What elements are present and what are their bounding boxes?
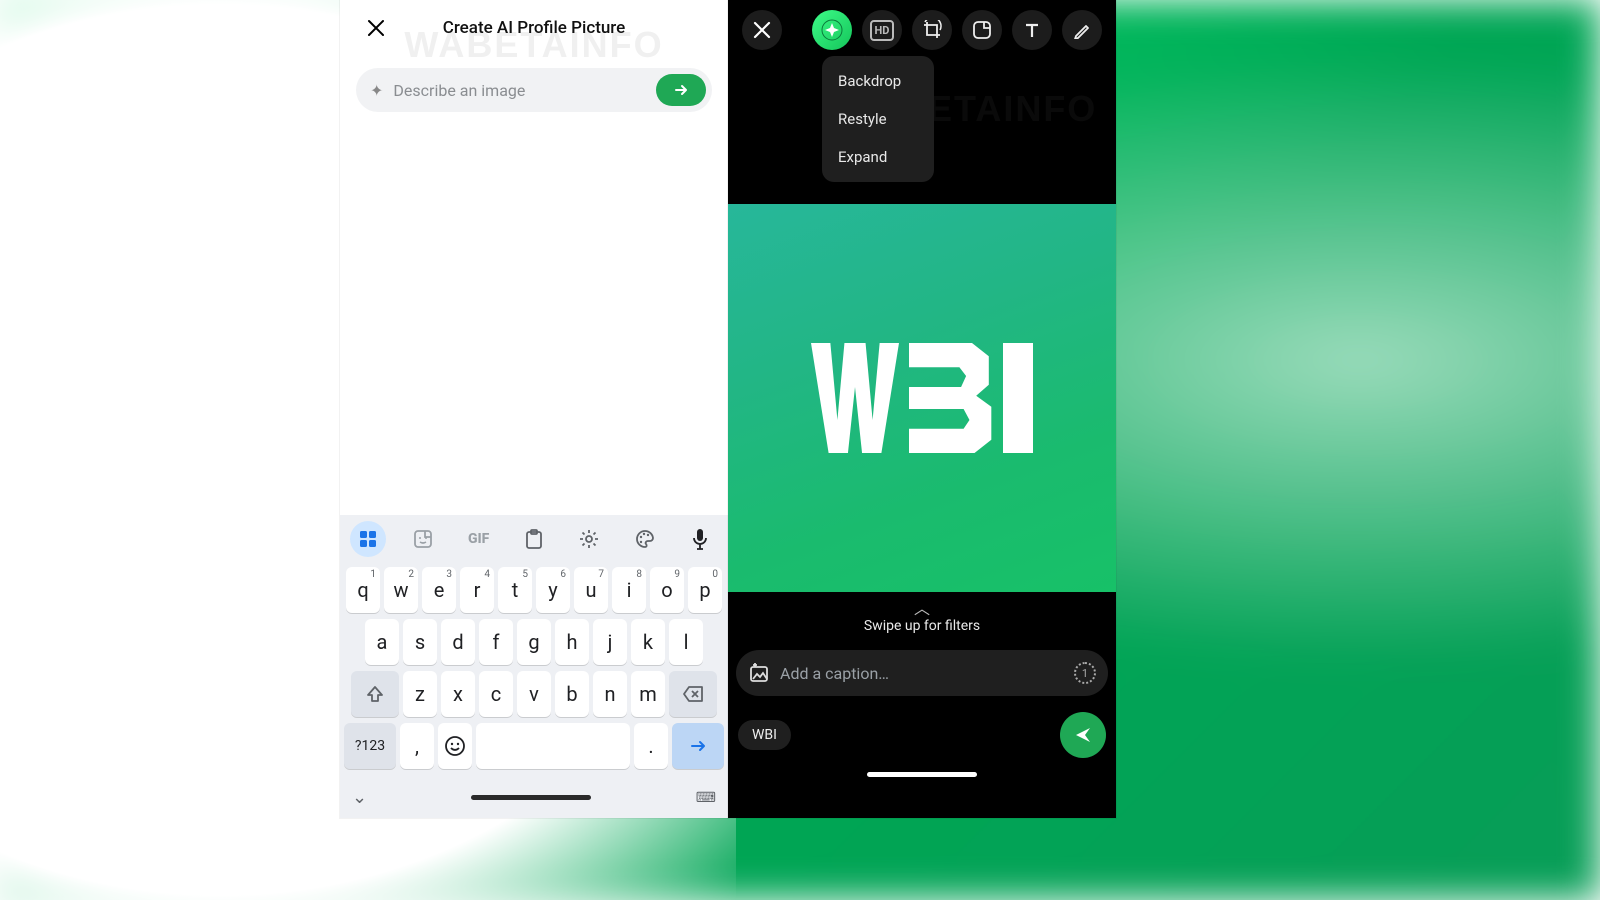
symbols-key[interactable]: ?123: [344, 723, 396, 769]
shift-icon: [365, 684, 385, 704]
key-x[interactable]: x: [441, 671, 475, 717]
emoji-key[interactable]: [438, 723, 472, 769]
pencil-icon: [1073, 21, 1091, 39]
key-r[interactable]: r4: [460, 567, 494, 613]
key-t[interactable]: t5: [498, 567, 532, 613]
editor-image[interactable]: WBI: [728, 204, 1116, 592]
swipe-text: Swipe up for filters: [728, 618, 1116, 634]
text-button[interactable]: [1012, 10, 1052, 50]
ai-menu: Backdrop Restyle Expand: [822, 56, 934, 182]
keyboard-toolbar: GIF: [340, 515, 728, 563]
close-button[interactable]: [742, 10, 782, 50]
send-button[interactable]: [1060, 712, 1106, 758]
key-w[interactable]: w2: [384, 567, 418, 613]
wbi-logo: [811, 343, 1033, 453]
sticker-icon: [972, 20, 992, 40]
key-u[interactable]: u7: [574, 567, 608, 613]
arrow-right-icon: [688, 736, 708, 756]
enter-key[interactable]: [672, 723, 724, 769]
close-icon: [753, 21, 771, 39]
ai-sparkle-icon: [821, 19, 843, 41]
swipe-hint[interactable]: ︿ Swipe up for filters: [728, 592, 1116, 640]
keyboard-apps-icon[interactable]: [350, 521, 386, 557]
key-p[interactable]: p0: [688, 567, 722, 613]
key-a[interactable]: a: [365, 619, 399, 665]
keyboard-handwriting-icon[interactable]: ⌨: [696, 790, 716, 806]
key-e[interactable]: e3: [422, 567, 456, 613]
close-icon: [366, 18, 386, 38]
key-i[interactable]: i8: [612, 567, 646, 613]
period-key[interactable]: .: [634, 723, 668, 769]
close-button[interactable]: [356, 8, 396, 48]
prompt-input[interactable]: [383, 81, 656, 100]
keyboard: GIF q1w2e3r4t5y6u7i8o9p0 asdfghjkl zxcvb…: [340, 515, 728, 818]
right-phone-panel: WABETAINFO HD Backdrop Restyle Expand: [728, 0, 1116, 818]
home-indicator-right: [867, 772, 977, 777]
left-header: Create AI Profile Picture: [340, 0, 728, 56]
page-title: Create AI Profile Picture: [340, 18, 728, 38]
key-d[interactable]: d: [441, 619, 475, 665]
key-l[interactable]: l: [669, 619, 703, 665]
gif-icon[interactable]: GIF: [461, 521, 497, 557]
key-c[interactable]: c: [479, 671, 513, 717]
sticker-icon[interactable]: [405, 521, 441, 557]
sparkle-icon: ✦: [370, 81, 383, 100]
crop-rotate-icon: [922, 20, 942, 40]
chevron-up-icon: ︿: [728, 604, 1116, 614]
keyboard-rows: q1w2e3r4t5y6u7i8o9p0 asdfghjkl zxcvbnm ?…: [340, 563, 728, 781]
key-k[interactable]: k: [631, 619, 665, 665]
draw-button[interactable]: [1062, 10, 1102, 50]
backspace-icon: [682, 685, 704, 703]
gallery-add-icon[interactable]: [748, 662, 770, 684]
ai-menu-restyle[interactable]: Restyle: [822, 100, 934, 138]
key-h[interactable]: h: [555, 619, 589, 665]
ai-menu-backdrop[interactable]: Backdrop: [822, 62, 934, 100]
key-v[interactable]: v: [517, 671, 551, 717]
ai-edit-button[interactable]: [812, 10, 852, 50]
key-y[interactable]: y6: [536, 567, 570, 613]
hd-button[interactable]: HD: [862, 10, 902, 50]
key-f[interactable]: f: [479, 619, 513, 665]
caption-row: 1: [736, 650, 1108, 696]
left-phone-panel: WABETAINFO Create AI Profile Picture ✦ G…: [340, 0, 728, 818]
editor-lower-panel: ︿ Swipe up for filters 1 WBI: [728, 592, 1116, 818]
key-z[interactable]: z: [403, 671, 437, 717]
arrow-right-icon: [672, 81, 690, 99]
recipient-chip[interactable]: WBI: [738, 720, 791, 750]
motion-photo-icon[interactable]: 1: [1074, 662, 1096, 684]
shift-key[interactable]: [351, 671, 399, 717]
key-m[interactable]: m: [631, 671, 665, 717]
key-g[interactable]: g: [517, 619, 551, 665]
emoji-icon: [444, 735, 466, 757]
hd-label: HD: [870, 20, 895, 41]
mic-icon[interactable]: [682, 521, 718, 557]
comma-key[interactable]: ,: [400, 723, 434, 769]
caption-input[interactable]: [780, 664, 1064, 683]
bottom-row: WBI: [728, 696, 1116, 768]
sticker-button[interactable]: [962, 10, 1002, 50]
key-n[interactable]: n: [593, 671, 627, 717]
editor-toolbar: HD: [728, 0, 1116, 60]
key-b[interactable]: b: [555, 671, 589, 717]
prompt-input-row: ✦: [356, 68, 712, 112]
key-s[interactable]: s: [403, 619, 437, 665]
key-j[interactable]: j: [593, 619, 627, 665]
settings-icon[interactable]: [571, 521, 607, 557]
collapse-keyboard-icon[interactable]: ⌄: [352, 787, 367, 808]
key-o[interactable]: o9: [650, 567, 684, 613]
ai-menu-expand[interactable]: Expand: [822, 138, 934, 176]
keyboard-navbar: ⌄ ⌨: [340, 781, 728, 818]
clipboard-icon[interactable]: [516, 521, 552, 557]
space-key[interactable]: [476, 723, 630, 769]
submit-button[interactable]: [656, 74, 706, 106]
home-indicator-left: [471, 795, 591, 800]
palette-icon[interactable]: [627, 521, 663, 557]
backspace-key[interactable]: [669, 671, 717, 717]
crop-rotate-button[interactable]: [912, 10, 952, 50]
send-icon: [1073, 725, 1093, 745]
text-icon: [1023, 21, 1041, 39]
key-q[interactable]: q1: [346, 567, 380, 613]
